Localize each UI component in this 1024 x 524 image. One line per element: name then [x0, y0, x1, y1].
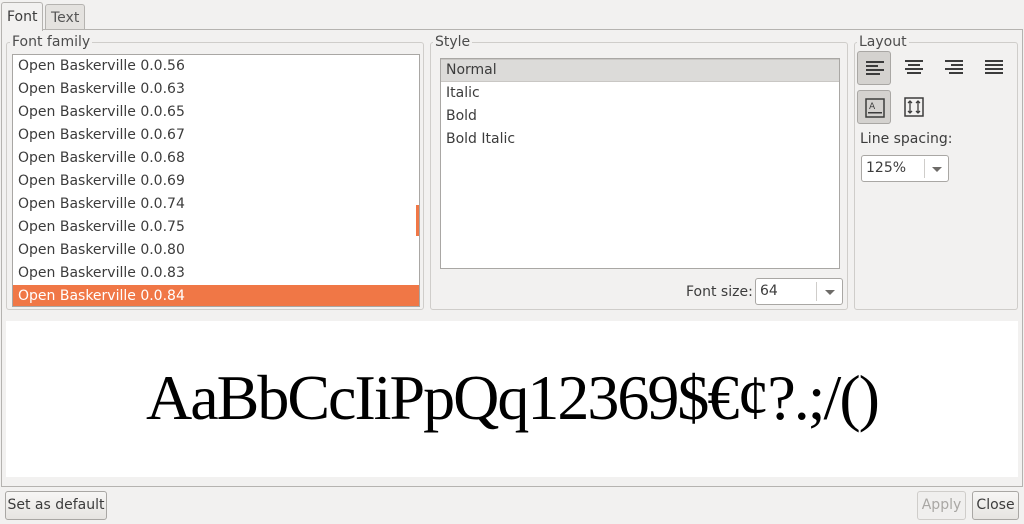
tab-text[interactable]: Text	[45, 4, 85, 30]
scrollbar-indicator[interactable]	[416, 205, 419, 236]
align-justify-button[interactable]	[977, 51, 1011, 85]
align-center-button[interactable]	[897, 51, 931, 85]
chevron-down-icon[interactable]	[825, 290, 835, 295]
preview-text: AaBbCcIiPpQq12369$€¢?.;/()	[146, 362, 880, 433]
text-box-button[interactable]: A	[857, 90, 891, 124]
align-right-button[interactable]	[937, 51, 971, 85]
line-spacing-label: Line spacing:	[860, 131, 953, 147]
list-item[interactable]: Open Baskerville 0.0.67	[13, 124, 419, 147]
style-item[interactable]: Bold Italic	[441, 128, 839, 151]
tab-font[interactable]: Font	[1, 2, 43, 31]
list-item[interactable]: Open Baskerville 0.0.56	[13, 55, 419, 78]
list-item-selected[interactable]: Open Baskerville 0.0.84	[13, 285, 419, 306]
line-spacing-value[interactable]: 125%	[866, 160, 906, 176]
list-item[interactable]: Open Baskerville 0.0.80	[13, 239, 419, 262]
list-item[interactable]: Open Baskerville 0.0.75	[13, 216, 419, 239]
line-spacing-icon	[904, 97, 924, 117]
style-item[interactable]: Bold	[441, 105, 839, 128]
align-center-icon	[905, 60, 923, 74]
style-title: Style	[433, 34, 473, 50]
font-preview: AaBbCcIiPpQq12369$€¢?.;/()	[6, 321, 1018, 477]
text-box-icon: A	[865, 98, 885, 118]
style-item[interactable]: Italic	[441, 82, 839, 105]
layout-title: Layout	[857, 34, 909, 50]
line-spacing-button[interactable]	[897, 90, 931, 124]
combo-separator	[816, 282, 817, 301]
list-item[interactable]: Open Baskerville 0.0.68	[13, 147, 419, 170]
list-item[interactable]: Open Baskerville 0.0.69	[13, 170, 419, 193]
style-list[interactable]: Normal Italic Bold Bold Italic	[440, 58, 840, 269]
tab-text-label: Text	[51, 10, 80, 26]
line-spacing-combo[interactable]: 125%	[861, 155, 949, 182]
font-size-value[interactable]: 64	[760, 283, 778, 299]
list-item[interactable]: Open Baskerville 0.0.83	[13, 262, 419, 285]
align-justify-icon	[985, 60, 1003, 74]
font-size-combo[interactable]: 64	[755, 278, 843, 305]
tab-font-label: Font	[7, 9, 38, 25]
align-right-icon	[945, 60, 963, 74]
list-item[interactable]: Open Baskerville 0.0.63	[13, 78, 419, 101]
list-item[interactable]: Open Baskerville 0.0.74	[13, 193, 419, 216]
style-item-selected[interactable]: Normal	[441, 59, 839, 82]
apply-button[interactable]: Apply	[917, 491, 966, 520]
set-default-button[interactable]: Set as default	[5, 491, 107, 520]
chevron-down-icon[interactable]	[932, 167, 942, 172]
combo-separator	[924, 159, 925, 178]
align-left-button[interactable]	[857, 51, 891, 85]
font-family-list[interactable]: Open Baskerville 0.0.56 Open Baskerville…	[12, 54, 420, 307]
list-item[interactable]: Open Baskerville 0.0.65	[13, 101, 419, 124]
svg-text:A: A	[869, 102, 876, 112]
font-family-title: Font family	[10, 34, 93, 50]
close-button[interactable]: Close	[972, 491, 1019, 520]
font-size-label: Font size:	[686, 284, 753, 300]
align-left-icon	[866, 61, 884, 75]
